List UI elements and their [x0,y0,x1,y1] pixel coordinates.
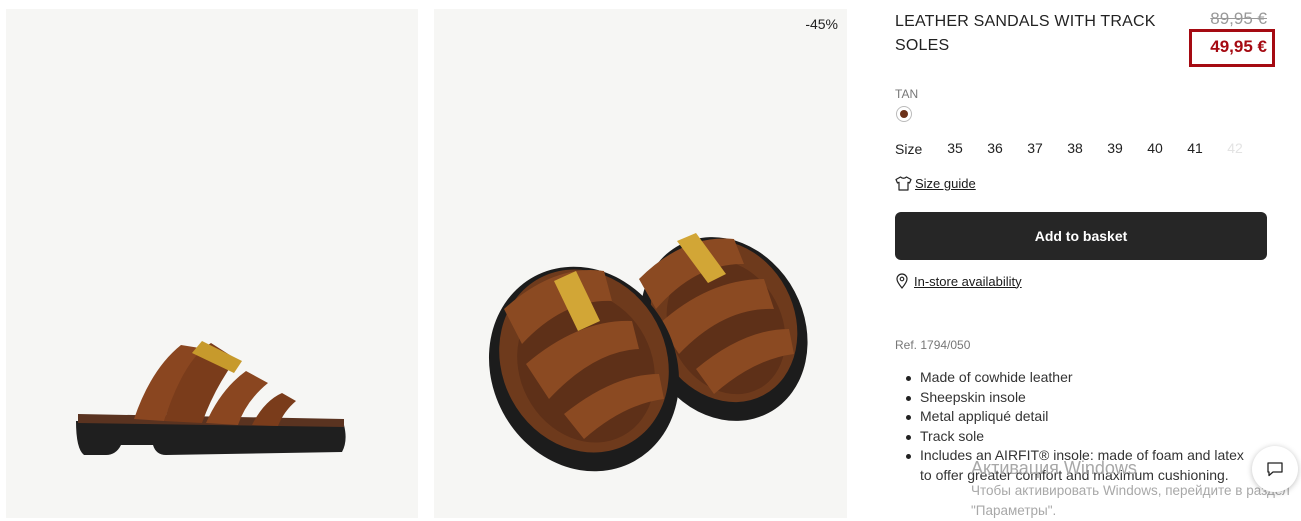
sale-price: 49,95 € [1210,37,1267,56]
size-41[interactable]: 41 [1175,138,1215,158]
size-38[interactable]: 38 [1055,138,1095,158]
old-price: 89,95 € [1210,9,1267,28]
sandal-side-illustration [76,341,346,455]
chat-icon [1267,462,1283,477]
color-swatch-tan[interactable] [896,106,912,122]
size-guide-label: Size guide [915,176,976,191]
sandal-pair-illustration [488,233,808,472]
product-image-pair[interactable]: -45% [434,9,847,518]
in-store-availability-link[interactable]: In-store availability [895,273,1022,289]
size-guide-link[interactable]: Size guide [895,176,976,191]
watermark-text: Чтобы активировать Windows, перейдите в … [971,483,1290,518]
swatch-dot [900,110,908,118]
feature-item: Metal appliqué detail [905,407,1257,427]
feature-item: Sheepskin insole [905,388,1257,408]
chat-button[interactable] [1252,446,1298,492]
product-image-side[interactable] [6,9,418,518]
size-39[interactable]: 39 [1095,138,1135,158]
discount-badge: -45% [805,16,838,32]
location-pin-icon [896,273,908,289]
product-reference: Ref. 1794/050 [895,338,971,352]
size-selector: 35 36 37 38 39 40 41 42 [935,138,1255,158]
size-35[interactable]: 35 [935,138,975,158]
size-label: Size [895,141,923,157]
size-37[interactable]: 37 [1015,138,1055,158]
feature-item: Track sole [905,427,1257,447]
product-title: LEATHER SANDALS WITH TRACK SOLES [895,13,1156,54]
size-36[interactable]: 36 [975,138,1015,158]
size-42-unavailable: 42 [1227,140,1243,156]
size-40[interactable]: 40 [1135,138,1175,158]
add-to-basket-button[interactable]: Add to basket [895,212,1267,260]
color-label: TAN [895,87,919,101]
in-store-label: In-store availability [914,273,1022,289]
feature-item: Made of cowhide leather [905,368,1257,388]
tshirt-icon [895,176,912,191]
product-info-panel: LEATHER SANDALS WITH TRACK SOLES 89,95 €… [895,0,1275,518]
